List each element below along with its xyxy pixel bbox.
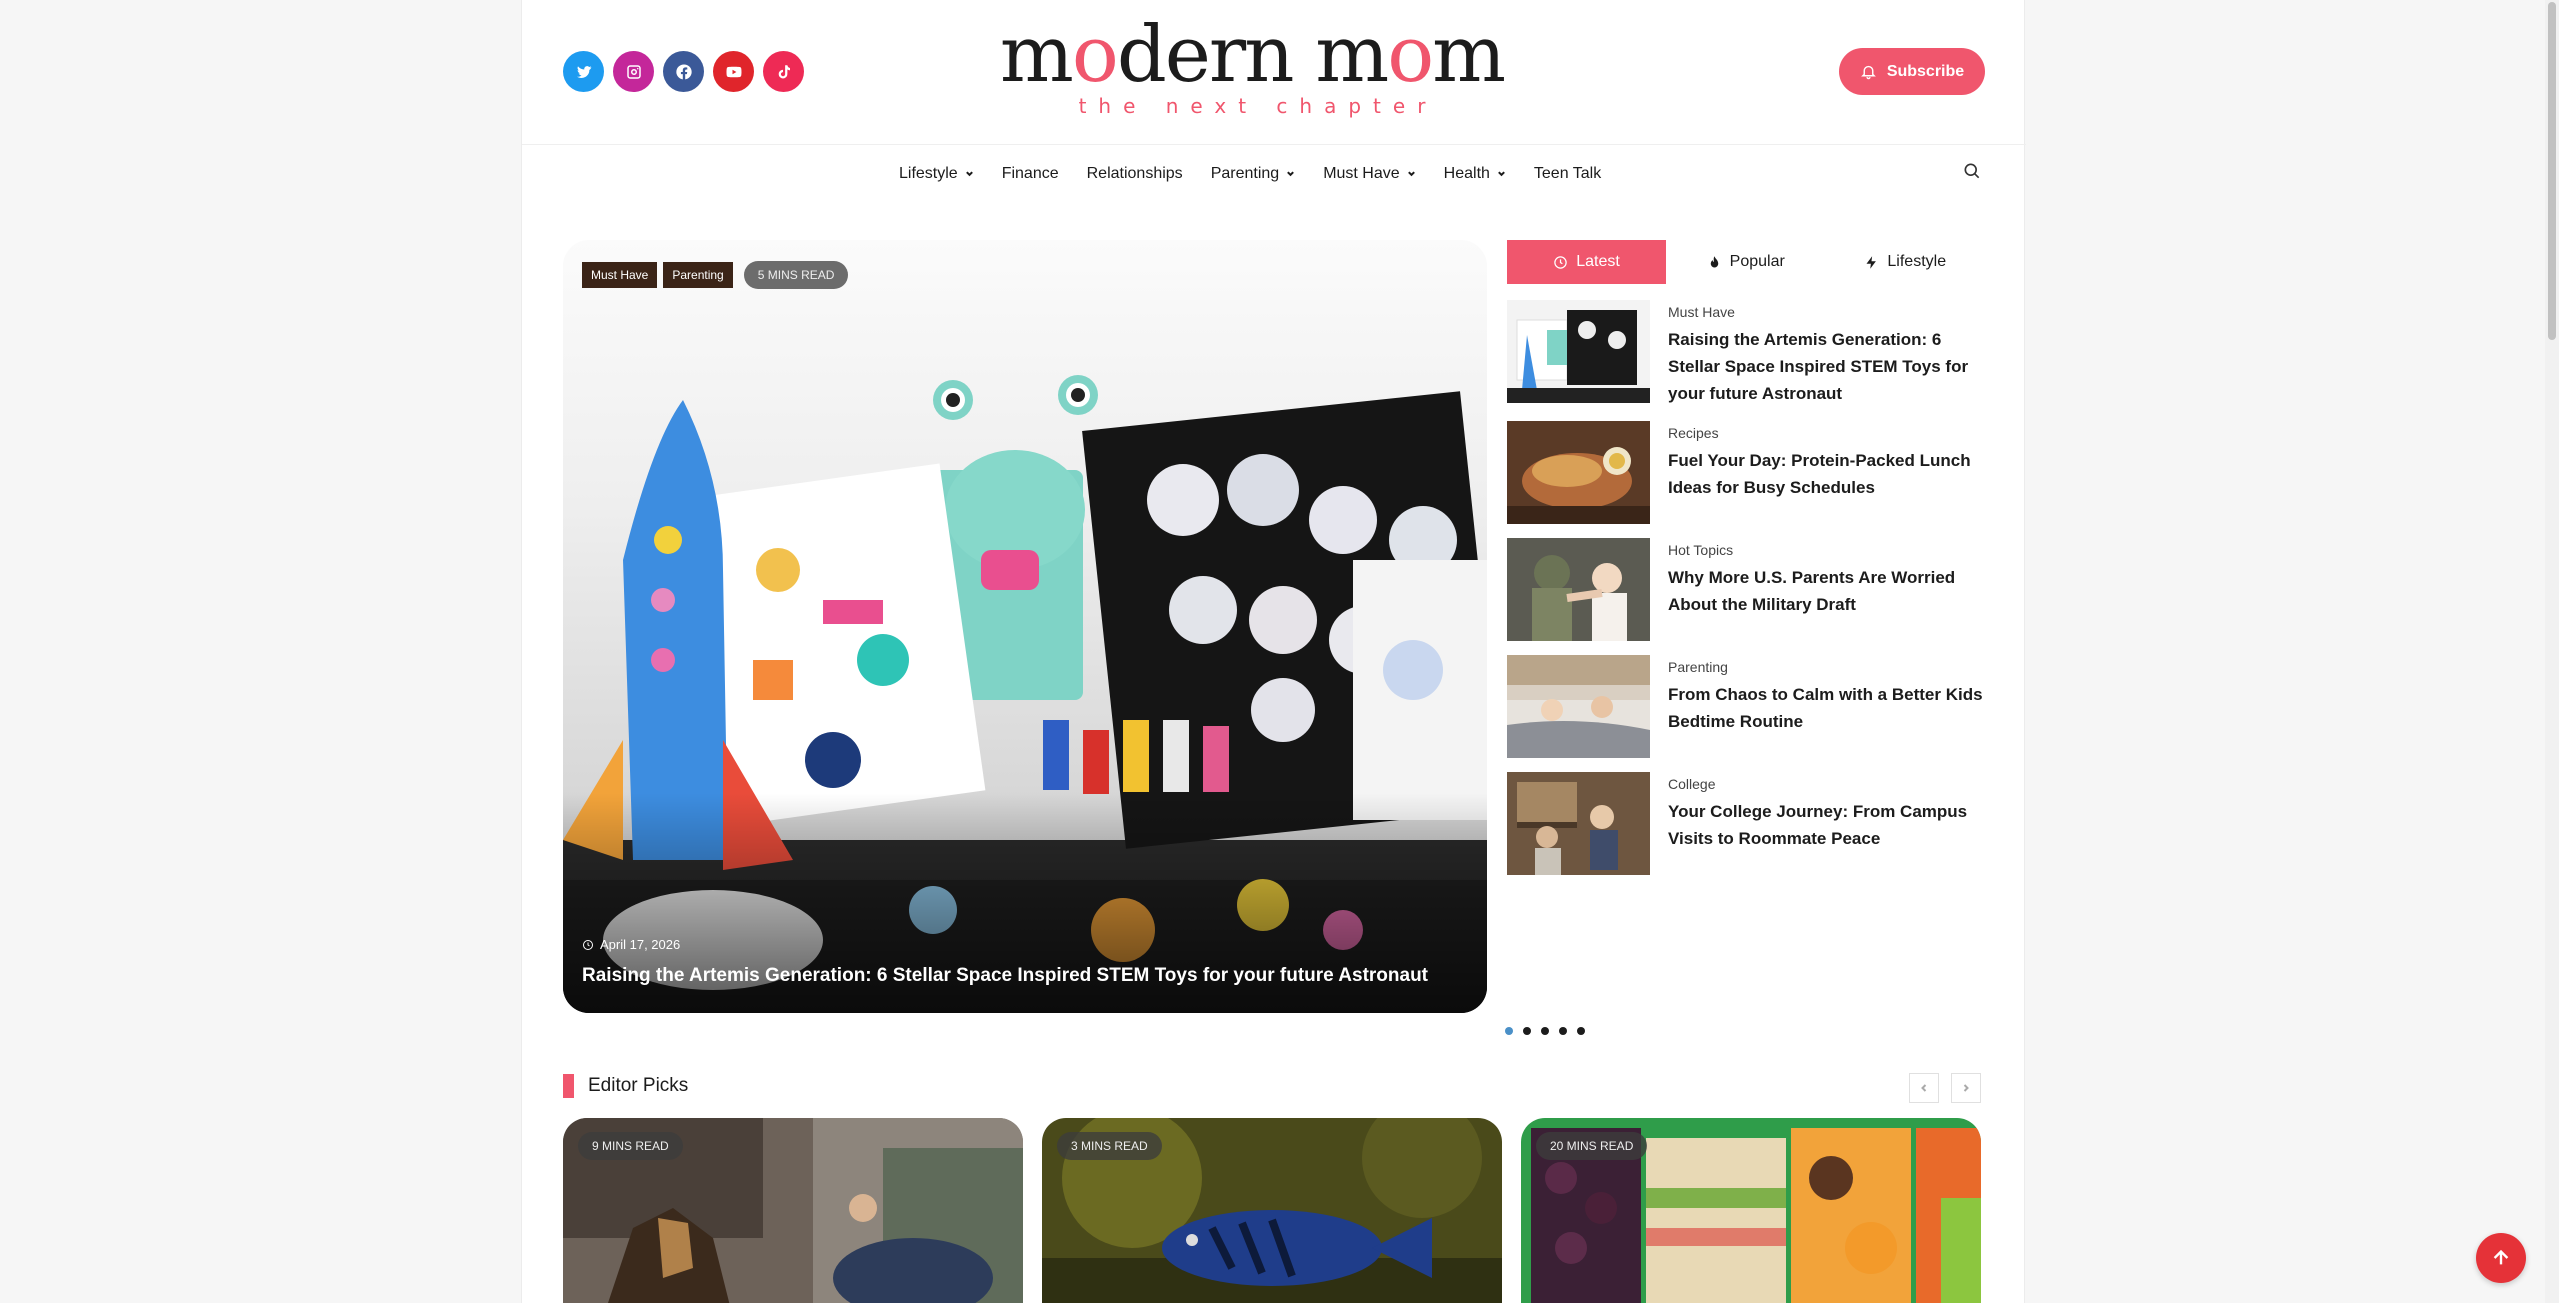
post-thumbnail	[1507, 538, 1650, 641]
search-icon[interactable]	[1962, 161, 1984, 183]
subscribe-button[interactable]: Subscribe	[1839, 48, 1985, 95]
subscribe-label: Subscribe	[1886, 62, 1965, 80]
chevron-down-icon	[1407, 169, 1416, 178]
post-thumbnail	[1507, 772, 1650, 875]
nav-item-relationships[interactable]: Relationships	[1087, 165, 1183, 183]
list-item[interactable]: Hot Topics Why More U.S. Parents Are Wor…	[1507, 538, 1985, 641]
slider-dot[interactable]	[1523, 1027, 1531, 1035]
instagram-icon[interactable]	[613, 51, 654, 92]
slider-dot[interactable]	[1559, 1027, 1567, 1035]
post-title[interactable]: From Chaos to Calm with a Better Kids Be…	[1668, 681, 1985, 735]
back-to-top-button[interactable]	[2476, 1233, 2526, 1283]
bolt-icon	[1866, 255, 1877, 269]
page-container: modern mom the next chapter Subscribe Li…	[521, 0, 2026, 1303]
slider-dot[interactable]	[1577, 1027, 1585, 1035]
list-item[interactable]: College Your College Journey: From Campu…	[1507, 772, 1985, 875]
chevron-down-icon	[1497, 169, 1506, 178]
post-category[interactable]: Recipes	[1668, 425, 1985, 441]
slider-dot[interactable]	[1505, 1027, 1513, 1035]
pick-card[interactable]: 3 MINS READ	[1042, 1118, 1502, 1303]
post-tabs: Latest Popular Lifestyle	[1507, 240, 1985, 284]
social-links	[563, 51, 804, 92]
logo-wordmark: modern mom	[999, 10, 1506, 100]
nav-item-teen-talk[interactable]: Teen Talk	[1534, 165, 1601, 183]
post-title[interactable]: Raising the Artemis Generation: 6 Stella…	[1668, 326, 1985, 407]
editor-picks-header: Editor Picks	[563, 1074, 688, 1098]
chevron-down-icon	[965, 169, 974, 178]
scrollbar-thumb[interactable]	[2548, 2, 2556, 340]
post-title[interactable]: Fuel Your Day: Protein-Packed Lunch Idea…	[1668, 447, 1985, 501]
list-item[interactable]: Must Have Raising the Artemis Generation…	[1507, 300, 1985, 407]
post-category[interactable]: Parenting	[1668, 659, 1985, 675]
chevron-left-icon	[1921, 1084, 1927, 1092]
post-title[interactable]: Your College Journey: From Campus Visits…	[1668, 798, 1985, 852]
prev-button[interactable]	[1909, 1073, 1939, 1103]
tiktok-icon[interactable]	[763, 51, 804, 92]
nav-item-parenting[interactable]: Parenting	[1211, 165, 1296, 183]
list-item[interactable]: Recipes Fuel Your Day: Protein-Packed Lu…	[1507, 421, 1985, 524]
post-thumbnail	[1507, 300, 1650, 403]
tab-lifestyle[interactable]: Lifestyle	[1826, 240, 1986, 284]
chevron-right-icon	[1963, 1084, 1969, 1092]
bell-icon	[1860, 65, 1876, 80]
hero-tags: Must Have Parenting 5 MINS READ	[582, 261, 849, 289]
hero-slide[interactable]: Must Have Parenting 5 MINS READ April 17…	[563, 240, 1487, 1013]
nav-item-lifestyle[interactable]: Lifestyle	[899, 165, 974, 183]
nav-item-finance[interactable]: Finance	[1002, 165, 1059, 183]
hero-title[interactable]: Raising the Artemis Generation: 6 Stella…	[582, 965, 1462, 987]
post-category[interactable]: Must Have	[1668, 304, 1985, 320]
pick-card[interactable]: 9 MINS READ	[563, 1118, 1023, 1303]
hero-read-time: 5 MINS READ	[743, 261, 849, 289]
card-read-time: 20 MINS READ	[1536, 1132, 1648, 1160]
section-accent-bar	[563, 1074, 574, 1098]
post-category[interactable]: College	[1668, 776, 1985, 792]
clock-icon	[583, 939, 593, 950]
site-header: modern mom the next chapter Subscribe	[522, 0, 2026, 145]
hero-tag-must-have[interactable]: Must Have	[582, 262, 658, 288]
slider-dot[interactable]	[1541, 1027, 1549, 1035]
tab-popular[interactable]: Popular	[1666, 240, 1826, 284]
list-item[interactable]: Parenting From Chaos to Calm with a Bett…	[1507, 655, 1985, 758]
nav-item-health[interactable]: Health	[1444, 165, 1506, 183]
tab-latest[interactable]: Latest	[1507, 240, 1666, 284]
main-nav: Lifestyle Finance Relationships Parentin…	[522, 146, 2026, 201]
twitter-icon[interactable]	[563, 51, 604, 92]
latest-post-list: Must Have Raising the Artemis Generation…	[1507, 300, 1985, 889]
nav-item-must-have[interactable]: Must Have	[1323, 165, 1415, 183]
card-read-time: 3 MINS READ	[1057, 1132, 1162, 1160]
next-button[interactable]	[1951, 1073, 1981, 1103]
page-scrollbar[interactable]	[2545, 0, 2559, 1303]
site-logo[interactable]: modern mom the next chapter	[952, 14, 1552, 118]
picks-carousel-nav	[1909, 1073, 1981, 1103]
clock-icon	[1554, 255, 1567, 269]
section-title: Editor Picks	[588, 1075, 689, 1096]
post-thumbnail	[1507, 421, 1650, 524]
flame-icon	[1710, 255, 1718, 267]
pick-card[interactable]: 20 MINS READ	[1521, 1118, 1981, 1303]
hero-date: April 17, 2026	[582, 937, 680, 952]
post-thumbnail	[1507, 655, 1650, 758]
post-title[interactable]: Why More U.S. Parents Are Worried About …	[1668, 564, 1985, 618]
editor-picks-cards: 9 MINS READ 3 MINS READ 20 MINS READ	[563, 1118, 1981, 1303]
chevron-down-icon	[1286, 169, 1295, 178]
arrow-up-icon	[2493, 1249, 2509, 1265]
slider-dots	[1505, 1027, 1585, 1035]
post-category[interactable]: Hot Topics	[1668, 542, 1985, 558]
hero-tag-parenting[interactable]: Parenting	[663, 262, 733, 288]
youtube-icon[interactable]	[713, 51, 754, 92]
card-read-time: 9 MINS READ	[578, 1132, 683, 1160]
facebook-icon[interactable]	[663, 51, 704, 92]
